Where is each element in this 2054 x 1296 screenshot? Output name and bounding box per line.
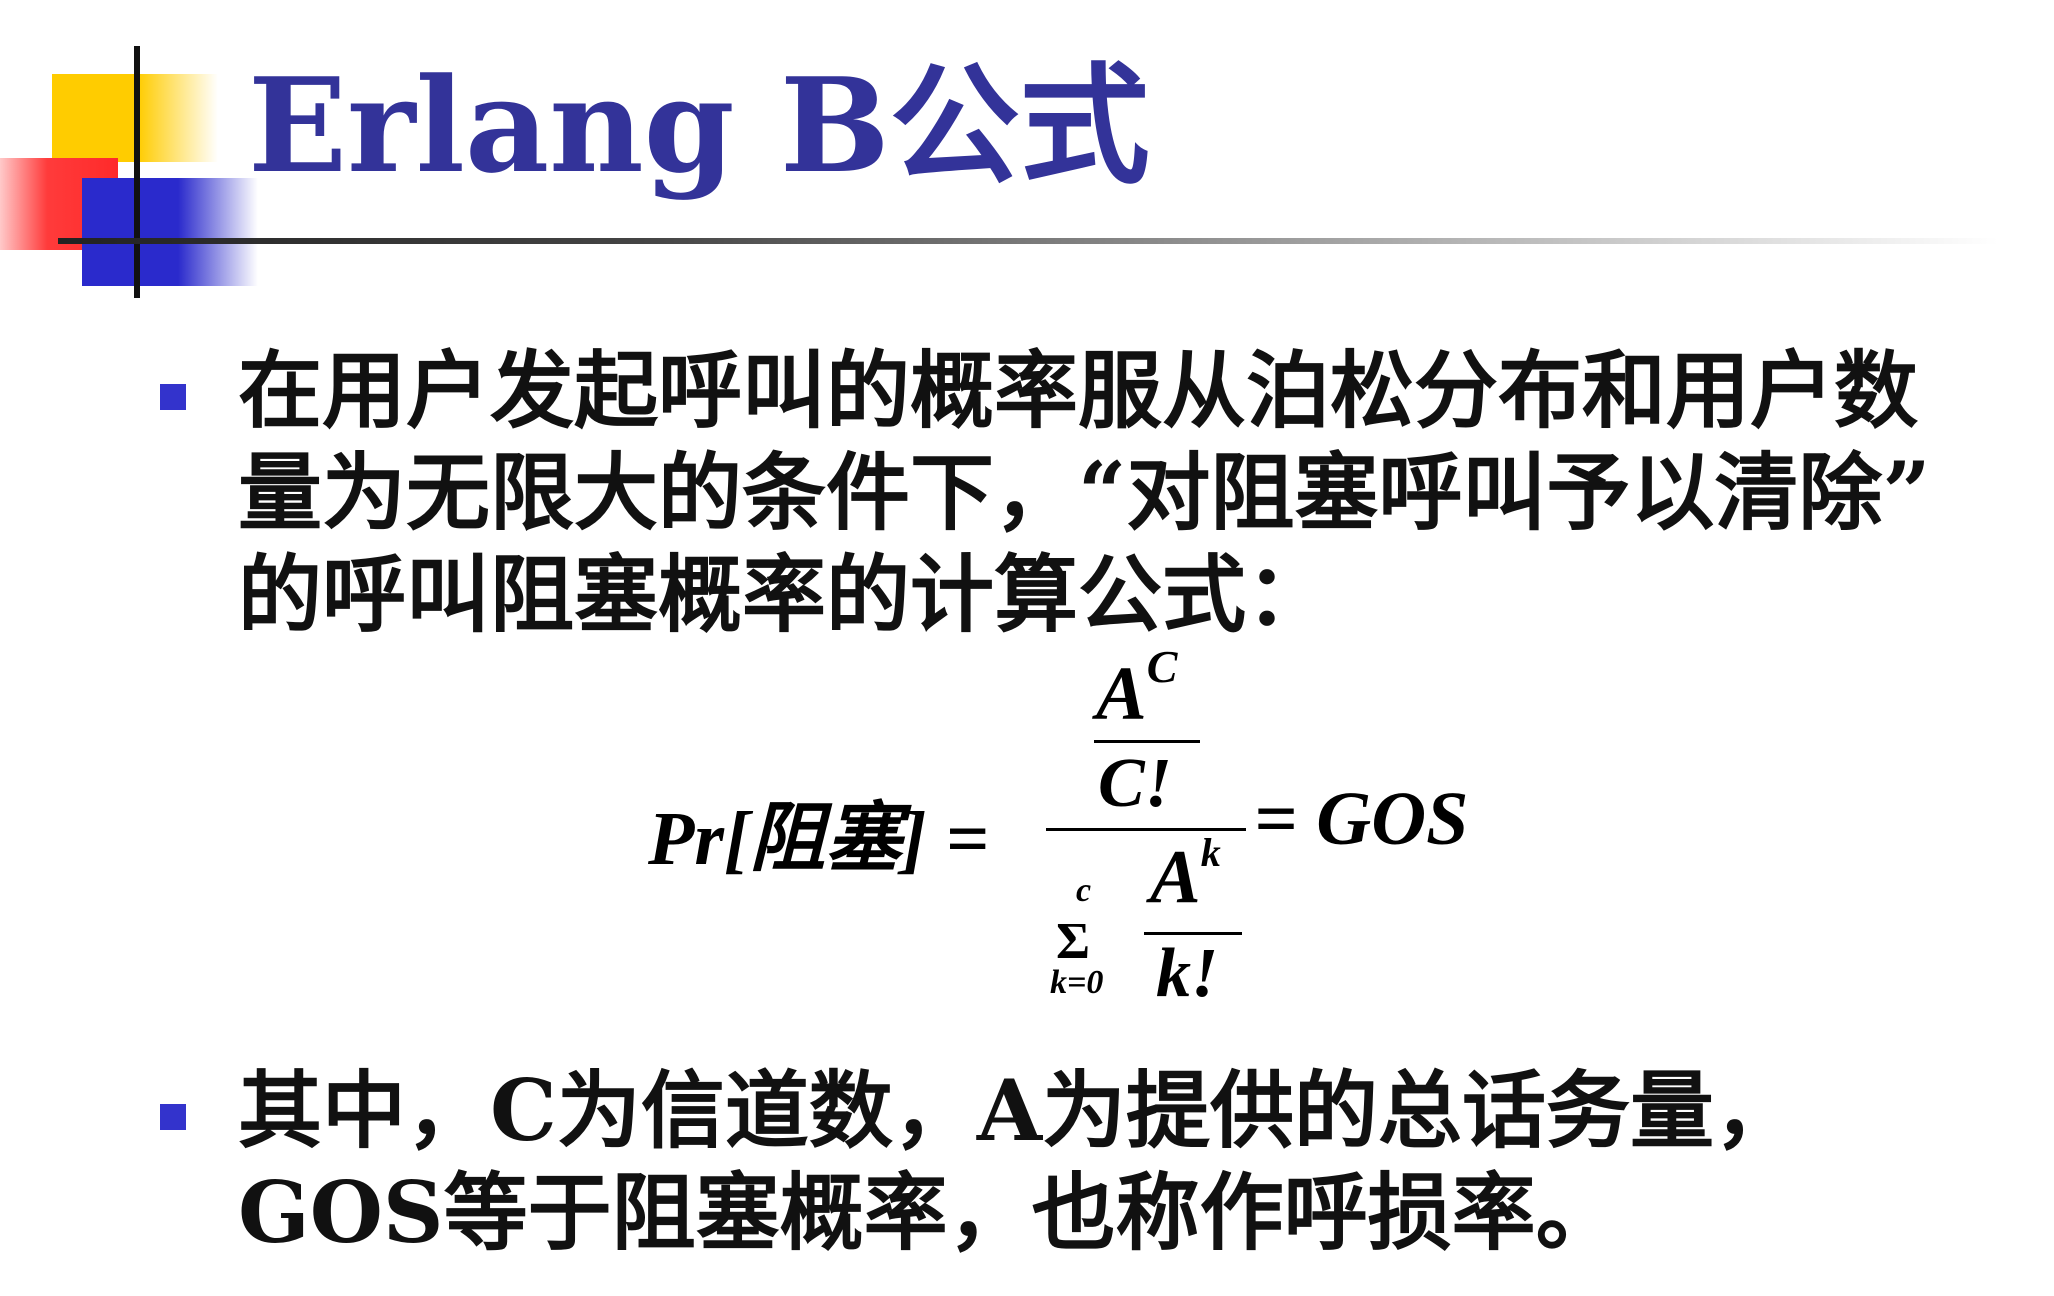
formula-sum-lower-limit: k=0 (1050, 964, 1104, 1001)
formula-rhs: = GOS (1254, 777, 1469, 861)
bullet-line: 在用户发起呼叫的概率服从泊松分布和用户数 (238, 341, 1919, 440)
formula-numerator-fraction-bar (1094, 740, 1200, 743)
decor-vertical-line (134, 46, 140, 298)
formula-denominator-exponent: k (1200, 829, 1221, 875)
formula-numerator-factorial: C! (1098, 745, 1172, 822)
bullet-text-2: 其中，C为信道数，A为提供的总话务量， GOS等于阻塞概率，也称作呼损率。 (238, 1060, 2018, 1264)
formula-sum-upper-limit: c (1076, 872, 1092, 909)
title-underline (58, 238, 1998, 244)
square-bullet-icon (160, 1104, 186, 1130)
formula-lhs: Pr[阻塞] = (648, 797, 989, 881)
bullet-line: 量为无限大的条件下，“对阻塞呼叫予以清除” (238, 443, 1931, 542)
formula-numerator-exponent: C (1146, 641, 1178, 692)
formula-denominator-factorial: k! (1156, 935, 1219, 1012)
decor-yellow-square (52, 74, 138, 162)
decor-blue-square (82, 178, 178, 286)
formula-denominator-power: Ak (1150, 830, 1221, 921)
decor-yellow-fade (138, 74, 218, 162)
erlang-b-formula: Pr[阻塞] = AC C! c Σ k=0 Ak k! = GOS (648, 641, 1548, 1030)
bullet-line: 的呼叫阻塞概率的计算公式： (238, 545, 1331, 644)
formula-denominator-base: A (1150, 835, 1201, 919)
bullet-text-1: 在用户发起呼叫的概率服从泊松分布和用户数 量为无限大的条件下，“对阻塞呼叫予以清… (238, 340, 2018, 646)
formula-numerator-base: A (1096, 651, 1147, 736)
formula-numerator-power: AC (1096, 641, 1177, 737)
square-bullet-icon (160, 384, 186, 410)
slide-title: Erlang B公式 (248, 49, 1150, 202)
decor-blue-fade (178, 178, 258, 286)
bullet-line: 其中，C为信道数，A为提供的总话务量， (238, 1061, 1799, 1160)
sigma-icon: Σ (1056, 913, 1090, 970)
bullet-line: GOS等于阻塞概率，也称作呼损率。 (238, 1163, 1620, 1262)
